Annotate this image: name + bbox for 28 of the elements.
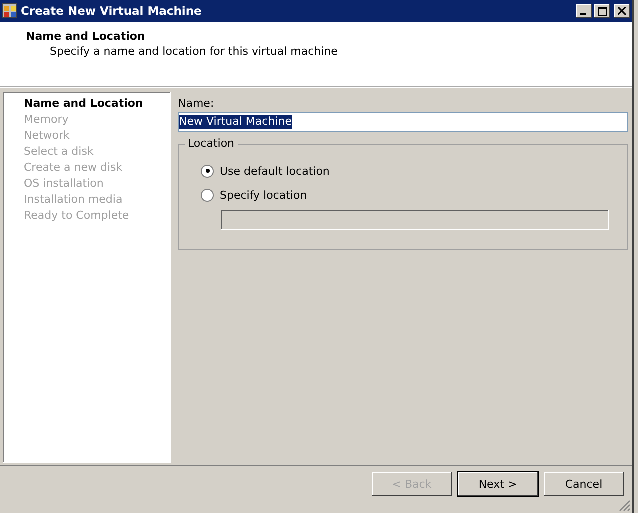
step-item[interactable]: Ready to Complete <box>4 208 170 224</box>
name-field[interactable]: New Virtual Machine <box>178 112 628 132</box>
radio-label[interactable]: Use default location <box>220 164 330 178</box>
radio-button[interactable] <box>201 188 214 202</box>
resize-grip-icon <box>619 500 631 512</box>
step-item[interactable]: OS installation <box>4 176 170 192</box>
step-item[interactable]: Memory <box>4 112 170 128</box>
close-icon <box>618 7 626 15</box>
page-title: Name and Location <box>26 30 146 43</box>
name-label: Name: <box>178 97 216 111</box>
page-description: Specify a name and location for this virtual machine <box>50 45 339 58</box>
radio-label[interactable]: Specify location <box>220 188 308 202</box>
radio-button[interactable] <box>201 164 214 178</box>
step-item[interactable]: Network <box>4 128 170 144</box>
group-title: Location <box>185 137 238 150</box>
name-value: New Virtual Machine <box>179 115 292 129</box>
step-item[interactable]: Create a new disk <box>4 160 170 176</box>
window-title: Create New Virtual Machine <box>21 4 203 18</box>
step-item[interactable]: Installation media <box>4 192 170 208</box>
step-item[interactable]: Name and Location <box>4 96 170 112</box>
step-item[interactable]: Select a disk <box>4 144 170 160</box>
wizard-button[interactable]: Next > <box>458 472 538 496</box>
maximize-icon <box>598 6 606 16</box>
wizard-button[interactable]: Cancel <box>544 472 624 496</box>
app-icon <box>2 3 18 19</box>
minimize-button[interactable] <box>576 4 592 18</box>
maximize-button[interactable] <box>594 4 610 18</box>
close-button[interactable] <box>614 4 630 18</box>
